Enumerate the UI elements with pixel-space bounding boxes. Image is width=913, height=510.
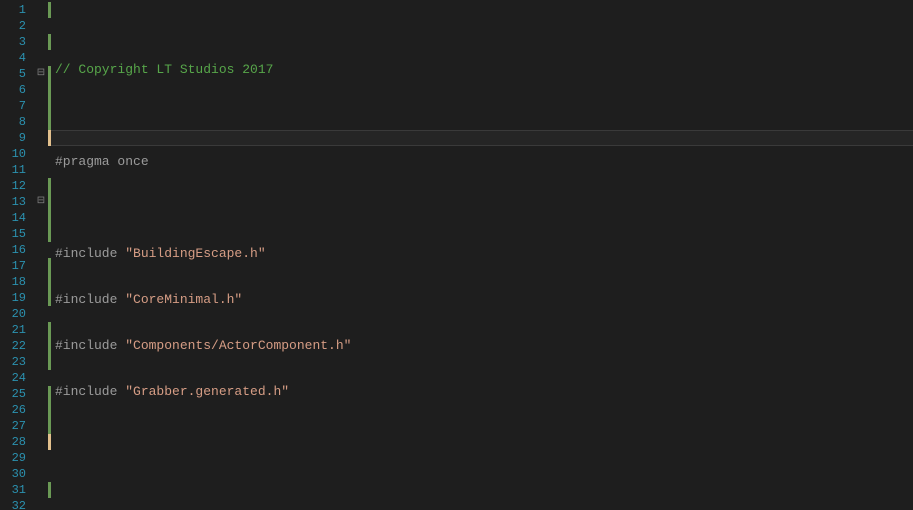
- line-number: 5: [0, 66, 26, 82]
- cursor-line-highlight: [51, 130, 913, 146]
- line-number: 24: [0, 370, 26, 386]
- line-number: 32: [0, 498, 26, 510]
- line-number: 26: [0, 402, 26, 418]
- line-number: 3: [0, 34, 26, 50]
- code-line: #include "Grabber.generated.h": [55, 384, 913, 400]
- code-area[interactable]: // Copyright LT Studios 2017 #pragma onc…: [51, 0, 913, 510]
- line-number: 22: [0, 338, 26, 354]
- code-line: #include "BuildingEscape.h": [55, 246, 913, 262]
- line-number: 18: [0, 274, 26, 290]
- code-line: #include "Components/ActorComponent.h": [55, 338, 913, 354]
- line-number: 28: [0, 434, 26, 450]
- line-number: 20: [0, 306, 26, 322]
- line-number: 9: [0, 130, 26, 146]
- line-number: 15: [0, 226, 26, 242]
- line-number: 14: [0, 210, 26, 226]
- code-line: [55, 430, 913, 446]
- line-number: 8: [0, 114, 26, 130]
- line-number: 4: [0, 50, 26, 66]
- code-line: [55, 108, 913, 124]
- code-line: #include "CoreMinimal.h": [55, 292, 913, 308]
- line-number: 27: [0, 418, 26, 434]
- line-number: 31: [0, 482, 26, 498]
- line-number: 25: [0, 386, 26, 402]
- line-number: 16: [0, 242, 26, 258]
- code-line: // Copyright LT Studios 2017: [55, 62, 913, 78]
- line-number: 1: [0, 2, 26, 18]
- line-number: 10: [0, 146, 26, 162]
- line-number-gutter: 1 2 3 4 5 6 7 8 9 10 11 12 13 14 15 16 1…: [0, 0, 34, 510]
- code-line: [55, 200, 913, 216]
- code-editor[interactable]: 1 2 3 4 5 6 7 8 9 10 11 12 13 14 15 16 1…: [0, 0, 913, 510]
- code-line: [55, 476, 913, 492]
- fold-toggle-icon[interactable]: ⊟: [34, 194, 48, 210]
- line-number: 13: [0, 194, 26, 210]
- line-number: 30: [0, 466, 26, 482]
- fold-gutter: ⊟ ⊟: [34, 0, 48, 510]
- line-number: 2: [0, 18, 26, 34]
- line-number: 17: [0, 258, 26, 274]
- line-number: 6: [0, 82, 26, 98]
- line-number: 23: [0, 354, 26, 370]
- line-number: 29: [0, 450, 26, 466]
- line-number: 12: [0, 178, 26, 194]
- fold-toggle-icon[interactable]: ⊟: [34, 66, 48, 82]
- line-number: 11: [0, 162, 26, 178]
- code-line: #pragma once: [55, 154, 913, 170]
- line-number: 21: [0, 322, 26, 338]
- line-number: 19: [0, 290, 26, 306]
- line-number: 7: [0, 98, 26, 114]
